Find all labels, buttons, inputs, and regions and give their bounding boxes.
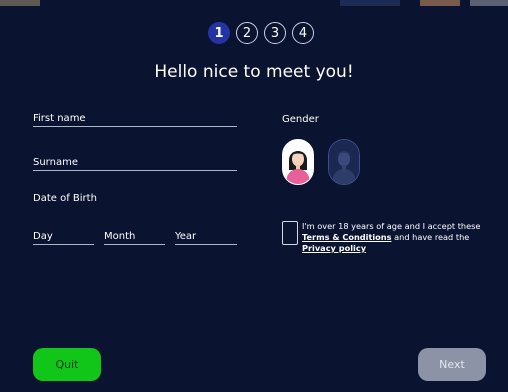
step-2[interactable]: 2 [236, 22, 258, 44]
terms-prefix: I'm over 18 years of age and I accept th… [302, 221, 481, 231]
terms-text: I'm over 18 years of age and I accept th… [302, 221, 484, 254]
header-image-strip [0, 0, 508, 6]
first-name-field[interactable]: First name [33, 113, 237, 127]
surname-field[interactable]: Surname [33, 157, 237, 171]
gender-label: Gender [282, 114, 319, 125]
year-field[interactable]: Year [175, 231, 237, 245]
page-title: Hello nice to meet you! [154, 62, 354, 82]
step-1[interactable]: 1 [208, 22, 230, 44]
male-avatar-icon[interactable] [328, 139, 360, 185]
step-4[interactable]: 4 [292, 22, 314, 44]
terms-conditions-link[interactable]: Terms & Conditions [302, 232, 392, 242]
month-field[interactable]: Month [104, 231, 165, 245]
terms-checkbox[interactable] [282, 221, 298, 245]
next-button[interactable]: Next [418, 348, 486, 381]
step-3[interactable]: 3 [264, 22, 286, 44]
quit-button[interactable]: Quit [33, 348, 101, 381]
date-of-birth-label: Date of Birth [33, 193, 97, 204]
female-avatar-icon[interactable] [282, 139, 314, 185]
terms-middle: and have read the [391, 232, 470, 242]
step-indicator: 1 2 3 4 [208, 22, 314, 44]
privacy-policy-link[interactable]: Privacy policy [302, 243, 366, 253]
day-field[interactable]: Day [33, 231, 94, 245]
